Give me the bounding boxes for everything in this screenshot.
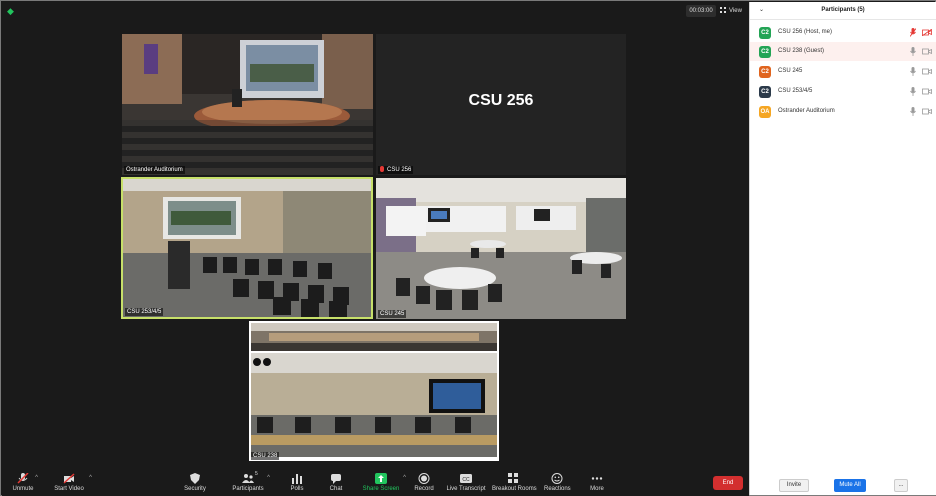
muted-mic-icon [17, 473, 29, 484]
video-camera-icon[interactable] [922, 88, 932, 95]
video-camera-icon[interactable] [922, 48, 932, 55]
unmute-button[interactable]: Unmute ^ [6, 469, 40, 496]
avatar: C2 [759, 86, 771, 98]
muted-mic-icon[interactable] [910, 28, 916, 37]
live-transcript-button[interactable]: CC Live Transcript [446, 469, 486, 496]
polls-button[interactable]: Polls [286, 469, 308, 496]
mute-all-button[interactable]: Mute All [834, 479, 866, 492]
participant-name: CSU 256 (Host, me) [778, 29, 833, 35]
participant-row[interactable]: C2 CSU 238 (Guest) [750, 42, 936, 61]
breakout-rooms-icon [508, 473, 518, 483]
mic-icon[interactable] [910, 107, 916, 116]
mic-icon[interactable] [910, 87, 916, 96]
start-video-button[interactable]: Start Video ^ [48, 469, 92, 496]
end-meeting-button[interactable]: End [713, 476, 743, 490]
panoramic-video-feed [249, 321, 499, 461]
classroom-video-feed [123, 179, 371, 317]
participant-row[interactable]: C2 CSU 253/4/5 [750, 82, 936, 101]
tile-name-label: CSU 238 [251, 452, 280, 460]
panel-header: ⌄ Participants (5) [750, 2, 936, 20]
participants-button[interactable]: Participants 5 ^ [228, 469, 270, 496]
avatar: OA [759, 106, 771, 118]
shield-icon [190, 473, 200, 484]
more-button[interactable]: More [586, 469, 608, 496]
svg-text:CC: CC [462, 477, 470, 483]
mic-icon[interactable] [910, 67, 916, 76]
breakout-rooms-button[interactable]: Breakout Rooms [492, 469, 537, 496]
video-tile-csu-238[interactable]: CSU 238 [249, 321, 499, 461]
avatar: C2 [759, 27, 771, 39]
grid-icon [720, 7, 726, 13]
video-camera-icon[interactable] [922, 108, 932, 115]
tile-name-label: CSU 253/4/5 [125, 308, 164, 316]
record-button[interactable]: Record [411, 469, 437, 496]
participant-name: CSU 245 [778, 68, 803, 74]
zoom-window: ◆ 00:03:00 View Ostrander Auditorium CSU… [0, 0, 936, 496]
chevron-up-icon[interactable]: ^ [267, 475, 270, 481]
participants-count: 5 [255, 471, 258, 477]
meeting-timer: 00:03:00 [686, 5, 716, 17]
participant-row[interactable]: OA Ostrander Auditorium [750, 102, 936, 121]
participant-row[interactable]: C2 CSU 245 [750, 62, 936, 81]
chat-bubble-icon [331, 474, 341, 484]
participant-name: CSU 253/4/5 [778, 88, 813, 94]
closed-caption-icon: CC [460, 474, 472, 483]
more-dots-icon [591, 477, 603, 480]
video-off-icon [63, 473, 75, 484]
video-camera-icon[interactable] [922, 68, 932, 75]
auditorium-video-feed [122, 34, 373, 175]
security-button[interactable]: Security [178, 469, 212, 496]
share-screen-button[interactable]: Share Screen ^ [360, 469, 406, 496]
video-tile-csu-245[interactable]: CSU 245 [376, 178, 626, 319]
smiley-icon [551, 473, 563, 484]
participant-row[interactable]: C2 CSU 256 (Host, me) [750, 23, 936, 42]
chevron-up-icon[interactable]: ^ [89, 475, 92, 481]
participant-name: Ostrander Auditorium [778, 108, 835, 114]
participant-display-name: CSU 256 [468, 92, 534, 109]
chevron-up-icon[interactable]: ^ [35, 475, 38, 481]
chat-button[interactable]: Chat [325, 469, 347, 496]
tile-name-label: CSU 256 [378, 166, 414, 174]
avatar: C2 [759, 66, 771, 78]
record-icon [418, 473, 430, 484]
view-button[interactable]: View [720, 5, 742, 17]
invite-button[interactable]: Invite [779, 479, 809, 492]
participant-name: CSU 238 (Guest) [778, 48, 825, 54]
mic-icon[interactable] [910, 47, 916, 56]
participants-panel: ⌄ Participants (5) C2 CSU 256 (Host, me)… [749, 2, 936, 495]
video-off-icon[interactable] [922, 29, 932, 36]
participants-icon [242, 474, 254, 483]
bar-chart-icon [292, 474, 302, 484]
video-tile-csu-253-4-5[interactable]: CSU 253/4/5 [121, 177, 373, 319]
video-tile-ostrander-auditorium[interactable]: Ostrander Auditorium [122, 34, 373, 175]
encryption-shield-icon[interactable]: ◆ [7, 6, 16, 16]
avatar: C2 [759, 46, 771, 58]
reactions-button[interactable]: Reactions [544, 469, 571, 496]
share-screen-icon [375, 473, 387, 484]
meeting-toolbar: Unmute ^ Start Video ^ Security Particip… [2, 469, 749, 496]
classroom-video-feed [376, 178, 626, 319]
video-tile-csu-256[interactable]: CSU 256 CSU 256 [376, 34, 626, 175]
chevron-up-icon[interactable]: ^ [403, 475, 406, 481]
tile-name-label: Ostrander Auditorium [124, 166, 185, 174]
panel-title: Participants (5) [821, 7, 865, 13]
panel-more-button[interactable]: ... [894, 479, 908, 492]
muted-mic-icon [380, 166, 384, 172]
tile-name-label: CSU 245 [378, 310, 407, 318]
